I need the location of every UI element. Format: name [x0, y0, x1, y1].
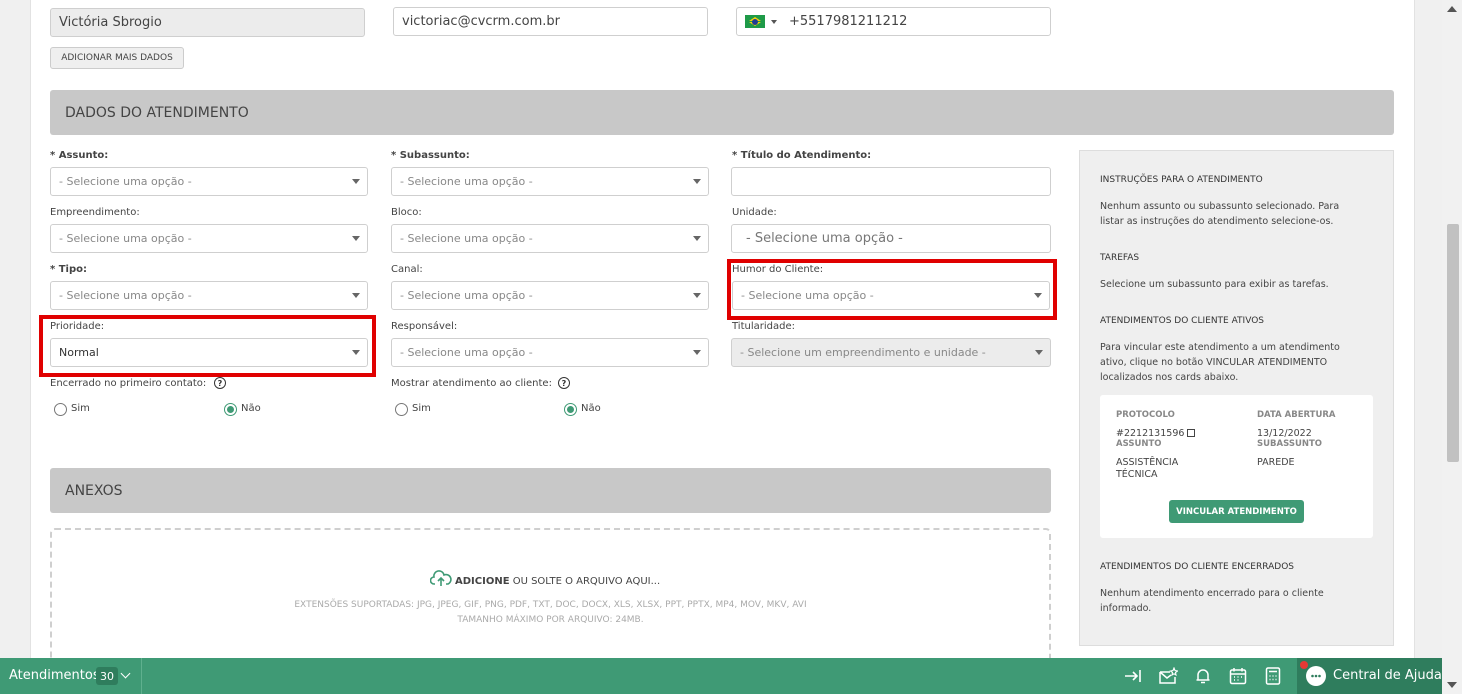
file-dropzone[interactable]: [50, 528, 1051, 668]
instructions-title: INSTRUÇÕES PARA O ATENDIMENTO: [1100, 175, 1263, 185]
subsubject-label: SUBASSUNTO: [1257, 439, 1322, 449]
open-date-label: DATA ABERTURA: [1257, 410, 1336, 420]
chevron-down-icon: [352, 293, 360, 298]
mostrar-nao-radio[interactable]: [564, 403, 577, 416]
mostrar-sim-radio[interactable]: [395, 403, 408, 416]
upload-max-size: TAMANHO MÁXIMO POR ARQUIVO: 24MB.: [457, 615, 644, 625]
divider: [141, 658, 142, 694]
active-text: Para vincular este atendimento a um aten…: [1100, 342, 1340, 383]
titulo-input[interactable]: [731, 167, 1051, 196]
mostrar-nao-label: Não: [581, 403, 601, 414]
chevron-down-icon: [693, 236, 701, 241]
closed-title: ATENDIMENTOS DO CLIENTE ENCERRADOS: [1100, 562, 1295, 572]
unidade-label: Unidade:: [732, 207, 777, 218]
instructions-text: Nenhum assunto ou subassunto selecionado…: [1100, 201, 1340, 227]
help-center-label[interactable]: Central de Ajuda: [1333, 668, 1442, 683]
titulo-label: * Título do Atendimento:: [732, 150, 872, 161]
subassunto-select[interactable]: - Selecione uma opção -: [391, 167, 709, 196]
canal-label: Canal:: [391, 264, 423, 275]
highlight-prioridade: [39, 315, 376, 377]
scrollbar-thumb[interactable]: [1447, 224, 1459, 462]
chevron-down-icon: [352, 179, 360, 184]
chevron-down-icon: [693, 350, 701, 355]
section-dados-atendimento: DADOS DO ATENDIMENTO: [50, 90, 1394, 135]
protocol-label: PROTOCOLO: [1116, 410, 1175, 420]
tasks-title: TAREFAS: [1100, 253, 1140, 263]
chat-icon[interactable]: [1306, 666, 1326, 686]
tipo-label: * Tipo:: [50, 264, 87, 275]
atendimentos-tab[interactable]: Atendimentos: [9, 668, 100, 683]
canal-select[interactable]: - Selecione uma opção -: [391, 281, 709, 310]
mostrar-label: Mostrar atendimento ao cliente:: [391, 378, 552, 389]
email-field[interactable]: victoriac@cvcrm.com.br: [393, 7, 708, 36]
encerrado-nao-label: Não: [241, 403, 261, 414]
calendar-icon[interactable]: [1227, 665, 1249, 687]
bloco-select[interactable]: - Selecione uma opção -: [391, 224, 709, 253]
encerrado-sim-radio[interactable]: [54, 403, 67, 416]
titularidade-label: Titularidade:: [732, 321, 795, 332]
empreendimento-select[interactable]: - Selecione uma opção -: [50, 224, 368, 253]
responsavel-label: Responsável:: [391, 321, 458, 332]
phone-field[interactable]: +5517981211212: [736, 7, 1051, 36]
bloco-label: Bloco:: [391, 207, 422, 218]
external-link-icon[interactable]: [1187, 429, 1196, 437]
assunto-select[interactable]: - Selecione uma opção -: [50, 167, 368, 196]
closed-text: Nenhum atendimento encerrado para o clie…: [1100, 588, 1324, 614]
mail-star-icon[interactable]: [1157, 665, 1179, 687]
encerrado-label: Encerrado no primeiro contato:: [50, 378, 207, 389]
section-anexos: ANEXOS: [50, 468, 1051, 513]
help-icon[interactable]: ?: [214, 377, 226, 389]
calculator-icon[interactable]: [1263, 665, 1283, 687]
unidade-select[interactable]: - Selecione uma opção -: [731, 224, 1051, 253]
chevron-down-icon: [693, 179, 701, 184]
upload-extensions: EXTENSÕES SUPORTADAS: JPG, JPEG, GIF, PN…: [294, 600, 807, 610]
name-field: Victória Sbrogio: [50, 8, 365, 37]
empreendimento-label: Empreendimento:: [50, 207, 140, 218]
subassunto-label: * Subassunto:: [391, 150, 470, 161]
upload-prompt[interactable]: ADICIONE OU SOLTE O ARQUIVO AQUI...: [455, 576, 660, 587]
subsubject-value: PAREDE: [1257, 457, 1295, 468]
link-attendance-button[interactable]: VINCULAR ATENDIMENTO: [1169, 500, 1304, 523]
encerrado-sim-label: Sim: [71, 403, 90, 414]
notification-dot: [1300, 661, 1308, 669]
subject-label: ASSUNTO: [1116, 439, 1162, 449]
titularidade-select: - Selecione um empreendimento e unidade …: [731, 338, 1051, 367]
chevron-down-icon[interactable]: [120, 668, 131, 679]
chevron-down-icon: [693, 293, 701, 298]
mostrar-sim-label: Sim: [412, 403, 431, 414]
subject-value: ASSISTÊNCIA TÉCNICA: [1116, 457, 1179, 480]
responsavel-select[interactable]: - Selecione uma opção -: [391, 338, 709, 367]
scroll-up-icon[interactable]: [1447, 6, 1457, 12]
cloud-upload-icon: [429, 570, 452, 588]
help-icon[interactable]: ?: [558, 377, 570, 389]
chevron-down-icon: [352, 236, 360, 241]
encerrado-nao-radio[interactable]: [224, 403, 237, 416]
collapse-arrow-icon[interactable]: [1123, 666, 1143, 686]
active-title: ATENDIMENTOS DO CLIENTE ATIVOS: [1100, 316, 1264, 326]
country-caret-icon[interactable]: [771, 19, 777, 24]
highlight-humor: [727, 259, 1057, 320]
brazil-flag-icon[interactable]: [745, 15, 765, 28]
atendimentos-count-badge: 30: [96, 667, 118, 685]
tipo-select[interactable]: - Selecione uma opção -: [50, 281, 368, 310]
scroll-down-icon[interactable]: [1447, 682, 1457, 688]
chevron-down-icon: [1035, 350, 1043, 355]
bell-icon[interactable]: [1193, 666, 1213, 686]
tasks-text: Selecione um subassunto para exibir as t…: [1100, 279, 1329, 290]
add-more-data-button[interactable]: ADICIONAR MAIS DADOS: [50, 47, 184, 69]
bottom-bar: Atendimentos 30 Central de Ajuda: [0, 658, 1442, 694]
assunto-label: * Assunto:: [50, 150, 109, 161]
